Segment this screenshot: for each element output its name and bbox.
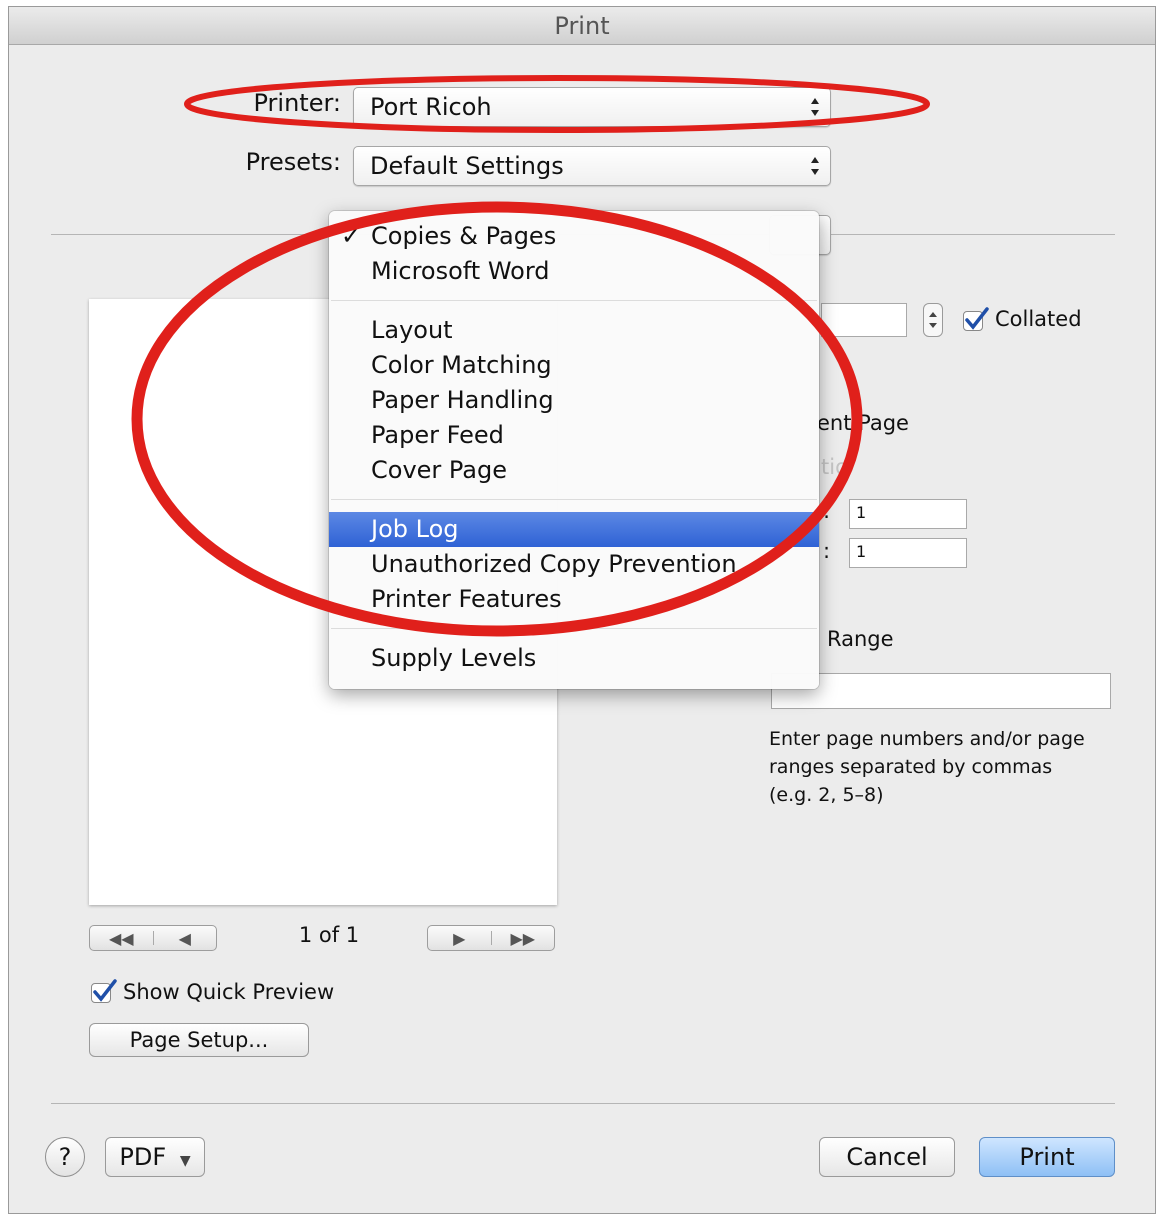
print-dialog: Print Printer: Port Ricoh Presets: Defau… — [8, 6, 1156, 1214]
printer-annotation-ellipse — [184, 75, 930, 133]
menu-annotation-ellipse — [131, 201, 863, 637]
annotation-overlay — [131, 75, 930, 637]
